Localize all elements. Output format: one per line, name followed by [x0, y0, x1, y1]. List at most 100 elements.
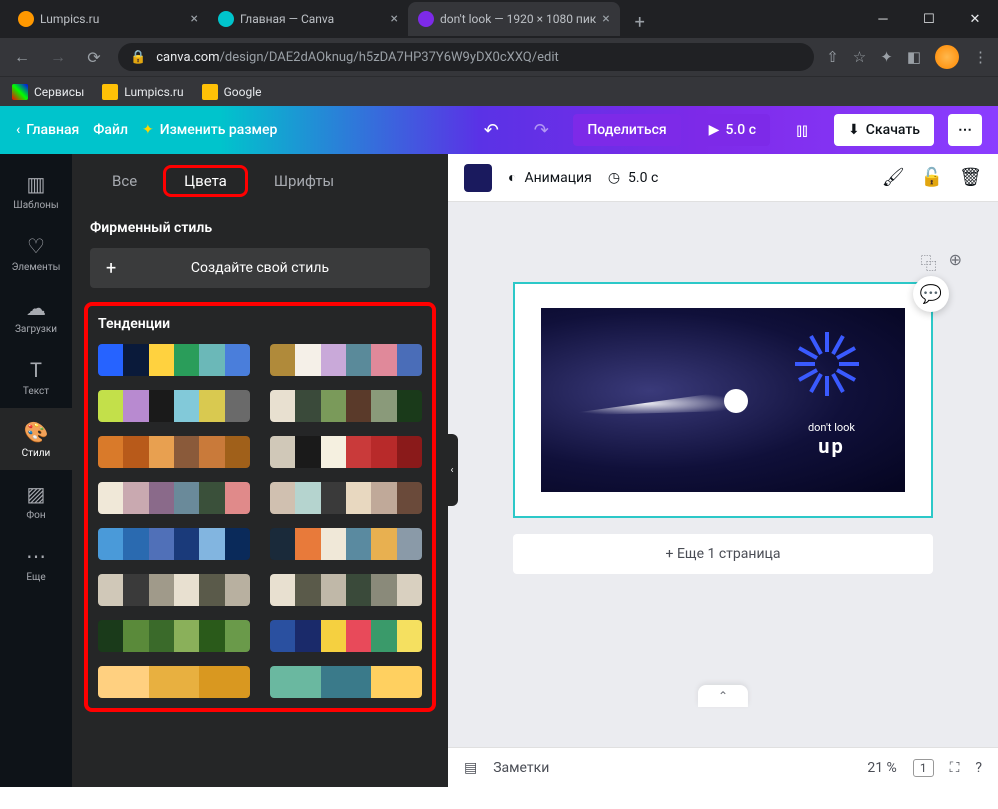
- palette-item[interactable]: [270, 666, 422, 698]
- palette-item[interactable]: [270, 620, 422, 652]
- notes-icon: ▤: [464, 760, 477, 776]
- zoom-level[interactable]: 21 %: [867, 760, 896, 776]
- palette-color: [149, 390, 174, 422]
- play-button[interactable]: ▶5.0 с: [695, 114, 770, 146]
- duplicate-page-icon[interactable]: ⿻: [921, 250, 937, 274]
- plus-icon: +: [106, 258, 116, 279]
- palette-item[interactable]: [98, 574, 250, 606]
- file-menu[interactable]: Файл: [93, 122, 128, 138]
- artboard[interactable]: don't look up 💬: [513, 282, 933, 518]
- reload-button[interactable]: ⟳: [82, 48, 106, 67]
- palette-color: [199, 390, 224, 422]
- page-count[interactable]: 1: [913, 759, 934, 777]
- palette-color: [321, 574, 346, 606]
- palette-item[interactable]: [98, 482, 250, 514]
- panel-tab-all[interactable]: Все: [96, 164, 153, 198]
- sidebar-elements[interactable]: ♡Элементы: [0, 222, 72, 284]
- browser-tab[interactable]: Lumpics.ru ×: [8, 2, 208, 36]
- bookmark-lumpics[interactable]: Lumpics.ru: [102, 84, 183, 100]
- browser-tab-active[interactable]: don't look — 1920 × 1080 пик ×: [408, 2, 620, 36]
- create-style-button[interactable]: + Создайте свой стиль: [90, 248, 430, 288]
- slide-text[interactable]: don't look up: [808, 421, 855, 458]
- fullscreen-icon[interactable]: ⛶: [950, 760, 960, 776]
- palette-color: [321, 666, 372, 698]
- duration-button[interactable]: ◷5.0 с: [608, 170, 658, 186]
- browser-tab[interactable]: Главная — Canva ×: [208, 2, 408, 36]
- slide-content[interactable]: don't look up: [541, 308, 905, 492]
- palette-color: [346, 620, 371, 652]
- puzzle-icon[interactable]: ◧: [907, 48, 921, 66]
- palette-color: [123, 390, 148, 422]
- text-icon: T: [30, 358, 42, 382]
- extensions-icon[interactable]: ✦: [880, 48, 893, 66]
- profile-avatar[interactable]: [935, 45, 959, 69]
- palette-item[interactable]: [98, 528, 250, 560]
- sidebar-background[interactable]: ▨Фон: [0, 470, 72, 532]
- palette-item[interactable]: [98, 436, 250, 468]
- comment-fab[interactable]: 💬: [913, 276, 949, 312]
- url-input[interactable]: 🔒 canva.com/design/DAE2dAOknug/h5zDA7HP3…: [118, 43, 814, 71]
- page-navigator-chip[interactable]: ⌃: [698, 685, 748, 707]
- palette-item[interactable]: [270, 436, 422, 468]
- palette-color: [371, 482, 396, 514]
- stats-button[interactable]: ⫾⫾: [784, 112, 820, 148]
- notes-button[interactable]: Заметки: [493, 760, 549, 776]
- share-icon[interactable]: ⇧: [826, 48, 839, 66]
- palette-item[interactable]: [270, 482, 422, 514]
- palette-color: [270, 344, 295, 376]
- animation-button[interactable]: ◐Анимация: [508, 169, 592, 186]
- undo-button[interactable]: ↶: [473, 112, 509, 148]
- home-link[interactable]: ‹Главная: [16, 122, 79, 138]
- palette-item[interactable]: [270, 574, 422, 606]
- palette-color: [295, 482, 320, 514]
- more-button[interactable]: ⋯: [948, 114, 982, 146]
- tab-title: Главная — Canva: [240, 12, 385, 26]
- canvas-background[interactable]: ⿻ ⊕ don't look: [448, 202, 998, 747]
- bookmark-google[interactable]: Google: [202, 84, 262, 100]
- sidebar-templates[interactable]: ▥Шаблоны: [0, 160, 72, 222]
- palette-item[interactable]: [98, 390, 250, 422]
- panel-tab-fonts[interactable]: Шрифты: [258, 164, 350, 198]
- close-icon[interactable]: ×: [191, 11, 198, 27]
- palette-color: [270, 574, 295, 606]
- sidebar-styles[interactable]: 🎨Стили: [0, 408, 72, 470]
- add-page-icon[interactable]: ⊕: [949, 250, 962, 274]
- palette-color: [270, 666, 321, 698]
- palette-color: [346, 482, 371, 514]
- download-button[interactable]: ⬇Скачать: [834, 114, 934, 146]
- bookmark-services[interactable]: Сервисы: [12, 84, 84, 100]
- palette-item[interactable]: [270, 390, 422, 422]
- resize-button[interactable]: ✦Изменить размер: [142, 122, 277, 138]
- lock-icon[interactable]: 🔓: [921, 167, 943, 188]
- palette-item[interactable]: [270, 528, 422, 560]
- panel-tab-colors[interactable]: Цвета: [163, 165, 248, 197]
- close-icon[interactable]: ×: [391, 11, 398, 27]
- paint-roller-icon[interactable]: 🖌: [882, 167, 905, 188]
- palette-item[interactable]: [98, 666, 250, 698]
- close-window-button[interactable]: ✕: [952, 0, 998, 38]
- maximize-button[interactable]: ☐: [906, 0, 952, 38]
- palette-color: [321, 344, 346, 376]
- forward-button[interactable]: →: [46, 47, 70, 67]
- back-button[interactable]: ←: [10, 47, 34, 67]
- help-icon[interactable]: ?: [975, 760, 982, 776]
- redo-button[interactable]: ↷: [523, 112, 559, 148]
- sidebar-more[interactable]: ⋯Еще: [0, 532, 72, 594]
- palette-icon: 🎨: [24, 420, 49, 444]
- star-icon[interactable]: ☆: [853, 48, 866, 66]
- color-swatch[interactable]: [464, 164, 492, 192]
- trash-icon[interactable]: 🗑: [959, 167, 982, 188]
- palette-color: [149, 436, 174, 468]
- palette-item[interactable]: [98, 344, 250, 376]
- sidebar-text[interactable]: TТекст: [0, 346, 72, 408]
- palette-item[interactable]: [98, 620, 250, 652]
- palette-color: [225, 436, 250, 468]
- close-icon[interactable]: ×: [602, 11, 609, 27]
- palette-item[interactable]: [270, 344, 422, 376]
- sidebar-uploads[interactable]: ☁Загрузки: [0, 284, 72, 346]
- add-page-button[interactable]: + Еще 1 страница: [513, 534, 933, 574]
- new-tab-button[interactable]: +: [626, 8, 654, 36]
- menu-icon[interactable]: ⋮: [973, 48, 988, 66]
- share-button[interactable]: Поделиться: [573, 114, 680, 146]
- minimize-button[interactable]: ─: [860, 0, 906, 38]
